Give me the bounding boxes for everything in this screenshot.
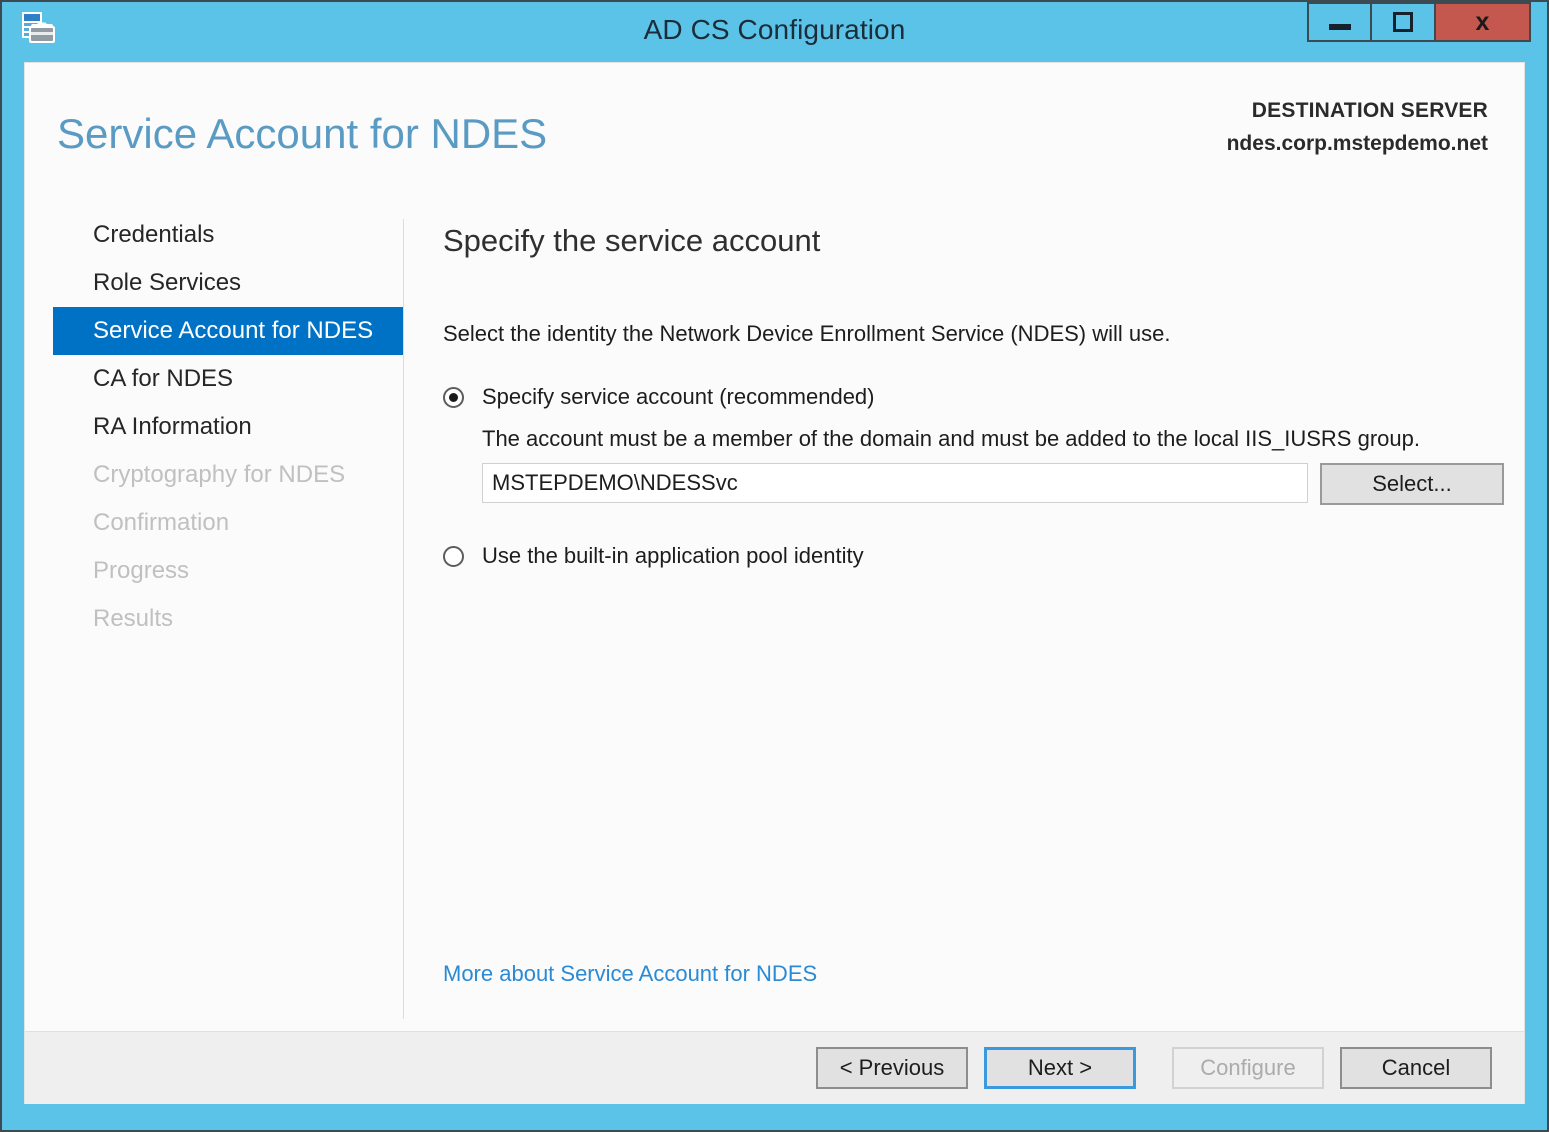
sidebar-content-divider (403, 219, 404, 1019)
page-title: Service Account for NDES (57, 110, 547, 158)
more-about-link[interactable]: More about Service Account for NDES (443, 961, 817, 987)
sidebar-item-label: Role Services (93, 269, 241, 296)
configure-button: Configure (1172, 1047, 1324, 1089)
minimize-icon (1329, 24, 1351, 30)
destination-server-name: ndes.corp.mstepdemo.net (1227, 132, 1488, 156)
sidebar-item-role-services[interactable]: Role Services (25, 259, 403, 307)
sidebar-item-service-account-for-ndes[interactable]: Service Account for NDES (53, 307, 403, 355)
sidebar-item-label: Cryptography for NDES (93, 461, 345, 488)
sidebar-item-label: CA for NDES (93, 365, 233, 392)
sidebar-item-label: Confirmation (93, 509, 229, 536)
content-description: Select the identity the Network Device E… (443, 321, 1171, 347)
specify-account-sub-description: The account must be a member of the doma… (482, 426, 1420, 452)
wizard-step-navigation: Credentials Role Services Service Accoun… (25, 211, 403, 1031)
wizard-content-pane: Specify the service account Select the i… (425, 211, 1515, 1031)
sidebar-item-ra-information[interactable]: RA Information (25, 403, 403, 451)
sidebar-item-label: Progress (93, 557, 189, 584)
destination-server-label: DESTINATION SERVER (1227, 99, 1488, 123)
minimize-button[interactable] (1307, 2, 1371, 42)
next-button[interactable]: Next > (984, 1047, 1136, 1089)
select-account-button[interactable]: Select... (1320, 463, 1504, 505)
service-account-input[interactable] (482, 463, 1308, 503)
sidebar-item-progress: Progress (25, 547, 403, 595)
sidebar-item-label: Service Account for NDES (93, 317, 373, 344)
content-heading: Specify the service account (443, 223, 820, 259)
close-icon: x (1476, 10, 1490, 35)
sidebar-item-results: Results (25, 595, 403, 643)
footer-button-group: < Previous Next > Configure Cancel (816, 1047, 1492, 1089)
radio-builtin-app-pool-icon[interactable] (443, 546, 464, 567)
wizard-footer: < Previous Next > Configure Cancel (25, 1031, 1524, 1104)
destination-server-block: DESTINATION SERVER ndes.corp.mstepdemo.n… (1227, 99, 1488, 156)
radio-option-specify-service-account[interactable]: Specify service account (recommended) (443, 384, 875, 410)
close-button[interactable]: x (1435, 2, 1531, 42)
radio-option-builtin-app-pool-identity[interactable]: Use the built-in application pool identi… (443, 543, 864, 569)
sidebar-item-label: Credentials (93, 221, 214, 248)
window-controls: x (1307, 2, 1531, 42)
adcs-configuration-window: AD CS Configuration x Service Account fo… (0, 0, 1549, 1132)
sidebar-item-ca-for-ndes[interactable]: CA for NDES (25, 355, 403, 403)
service-account-row: Select... (482, 463, 1504, 505)
previous-button[interactable]: < Previous (816, 1047, 968, 1089)
cancel-button[interactable]: Cancel (1340, 1047, 1492, 1089)
sidebar-item-label: Results (93, 605, 173, 632)
sidebar-item-credentials[interactable]: Credentials (25, 211, 403, 259)
maximize-button[interactable] (1371, 2, 1435, 42)
sidebar-item-label: RA Information (93, 413, 252, 440)
sidebar-item-confirmation: Confirmation (25, 499, 403, 547)
radio-option-label: Specify service account (recommended) (482, 384, 875, 410)
radio-option-label: Use the built-in application pool identi… (482, 543, 864, 569)
sidebar-item-cryptography-for-ndes: Cryptography for NDES (25, 451, 403, 499)
maximize-icon (1393, 12, 1413, 32)
title-bar[interactable]: AD CS Configuration x (2, 2, 1547, 60)
wizard-client-area: Service Account for NDES DESTINATION SER… (24, 62, 1525, 1104)
radio-specify-service-account-icon[interactable] (443, 387, 464, 408)
wizard-body: Credentials Role Services Service Accoun… (25, 211, 1524, 1031)
